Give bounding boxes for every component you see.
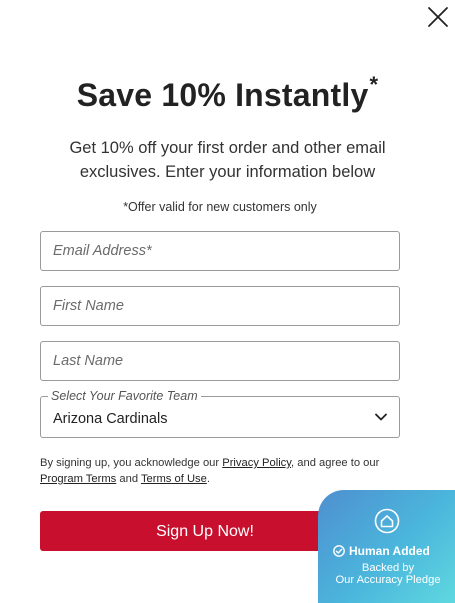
- accuracy-pledge-badge[interactable]: Human Added Backed by Our Accuracy Pledg…: [318, 490, 455, 603]
- favorite-team-label: Select Your Favorite Team: [48, 389, 201, 403]
- terms-of-use-link[interactable]: Terms of Use: [141, 473, 207, 485]
- legal-text-suffix: .: [206, 473, 210, 485]
- house-outline-icon: [374, 508, 400, 534]
- privacy-policy-link[interactable]: Privacy Policy: [222, 457, 291, 469]
- offer-note: *Offer valid for new customers only: [123, 200, 317, 214]
- favorite-team-select[interactable]: Select Your Favorite Team Arizona Cardin…: [40, 389, 400, 438]
- title-asterisk: *: [369, 72, 379, 97]
- badge-title: Human Added: [349, 544, 430, 558]
- email-field[interactable]: [40, 231, 400, 271]
- legal-text-and: and: [116, 473, 141, 485]
- favorite-team-value: Arizona Cardinals: [53, 411, 168, 427]
- first-name-field[interactable]: [40, 286, 400, 326]
- last-name-field[interactable]: [40, 341, 400, 381]
- close-icon: [428, 7, 448, 27]
- signup-popup: { "header": { "title": "Save 10% Instant…: [0, 0, 455, 603]
- popup-title: Save 10% Instantly*: [0, 72, 455, 114]
- badge-title-row: Human Added: [333, 544, 455, 558]
- legal-text-prefix: By signing up, you acknowledge our: [40, 457, 223, 469]
- badge-subtitle-line-1: Backed by: [361, 562, 415, 574]
- popup-title-text: Save 10% Instantly: [76, 77, 369, 113]
- badge-subtitle: Backed by Our Accuracy Pledge: [318, 562, 455, 586]
- program-terms-link[interactable]: Program Terms: [40, 473, 116, 485]
- legal-disclaimer: By signing up, you acknowledge our Priva…: [40, 455, 410, 487]
- popup-subtitle: Get 10% off your first order and other e…: [69, 139, 386, 181]
- badge-subtitle-line-2: Our Accuracy Pledge: [335, 574, 441, 586]
- legal-text-middle: , and agree to our: [291, 457, 380, 469]
- close-button[interactable]: [425, 4, 451, 30]
- chevron-down-icon: [374, 412, 388, 422]
- check-circle-icon: [333, 545, 345, 557]
